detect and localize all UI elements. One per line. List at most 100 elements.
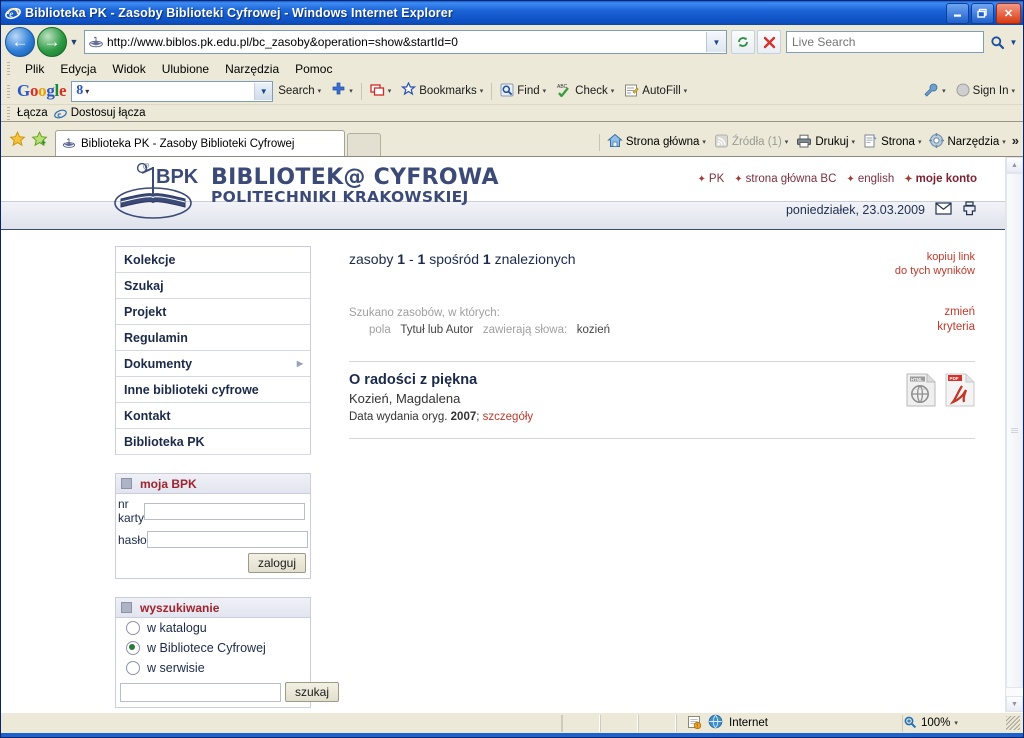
command-bar-grip[interactable] xyxy=(598,133,600,151)
add-to-favorites-icon[interactable] xyxy=(29,129,49,149)
sidebar-item-projekt[interactable]: Projekt xyxy=(116,299,310,325)
search-option-w-katalogu[interactable]: w katalogu xyxy=(116,618,310,638)
menu-item-plik[interactable]: Plik xyxy=(17,61,52,77)
result-title[interactable]: O radości z piękna xyxy=(349,371,533,390)
google-plus-button[interactable]: ▾ xyxy=(331,82,353,100)
print-button[interactable]: Drukuj ▾ xyxy=(796,134,855,151)
scrollbar-track[interactable] xyxy=(1006,173,1023,696)
chevron-down-icon[interactable]: ▾ xyxy=(388,87,392,95)
google-spellcheck-button[interactable]: ABC Check ▾ xyxy=(556,83,614,100)
sidebar-item-biblioteka-pk[interactable]: Biblioteka PK xyxy=(116,429,310,455)
google-prefix-caret-icon[interactable]: ▾ xyxy=(85,87,89,96)
result-details-link[interactable]: szczegóły xyxy=(483,411,534,423)
chevron-down-icon[interactable]: ▾ xyxy=(480,87,484,95)
chevron-down-icon[interactable]: ▾ xyxy=(349,87,353,95)
chevron-down-icon[interactable]: ▾ xyxy=(942,87,946,95)
scrollbar-thumb[interactable] xyxy=(1006,173,1023,688)
site-logo[interactable]: @ BPK xyxy=(1,157,211,229)
history-dropdown-icon[interactable]: ▼ xyxy=(67,37,81,47)
search-provider-dropdown-icon[interactable]: ▼ xyxy=(1008,31,1019,53)
feeds-button[interactable]: Źródła (1) ▾ xyxy=(714,134,788,151)
restore-button[interactable] xyxy=(971,2,994,24)
sidebar-item-kontakt[interactable]: Kontakt xyxy=(116,403,310,429)
radio-icon-selected[interactable] xyxy=(126,641,140,655)
change-criteria-link[interactable]: zmień kryteria xyxy=(937,305,975,340)
search-go-button[interactable] xyxy=(986,31,1008,53)
chevron-down-icon[interactable]: ▾ xyxy=(954,719,958,727)
sidebar-item-regulamin[interactable]: Regulamin xyxy=(116,325,310,351)
google-toolbar-grip[interactable] xyxy=(7,84,10,98)
top-link-pk[interactable]: ✦ PK xyxy=(698,173,725,185)
top-link-english[interactable]: ✦ english xyxy=(846,173,894,185)
stop-button[interactable] xyxy=(757,30,781,54)
radio-icon[interactable] xyxy=(126,621,140,635)
chevron-down-icon[interactable]: ▾ xyxy=(1002,138,1006,146)
chevron-down-icon[interactable]: ▾ xyxy=(918,138,922,146)
close-button[interactable]: ✕ xyxy=(996,2,1021,24)
google-signin-button[interactable]: Sign In ▾ xyxy=(956,83,1015,100)
security-zone[interactable]: ! Internet xyxy=(676,714,902,732)
search-input[interactable] xyxy=(120,682,281,702)
password-input[interactable] xyxy=(146,531,308,548)
search-option-w-serwisie[interactable]: w serwisie xyxy=(116,658,310,678)
radio-icon[interactable] xyxy=(126,661,140,675)
google-search-history-icon[interactable]: ▼ xyxy=(254,82,273,100)
scroll-down-button[interactable]: ▼ xyxy=(1006,696,1023,712)
menu-item-ulubione[interactable]: Ulubione xyxy=(154,61,217,77)
links-bar-grip[interactable] xyxy=(7,106,10,120)
address-dropdown-icon[interactable]: ▼ xyxy=(706,32,726,52)
google-find-button[interactable]: Find ▾ xyxy=(500,83,546,100)
tools-button[interactable]: Narzędzia ▾ xyxy=(929,133,1006,151)
copy-link[interactable]: kopiuj link do tych wyników xyxy=(895,251,975,279)
sidebar-item-kolekcje[interactable]: Kolekcje xyxy=(116,247,310,273)
resize-grip[interactable] xyxy=(1006,716,1020,730)
favorites-center-icon[interactable] xyxy=(7,129,27,149)
new-tab-button[interactable] xyxy=(347,133,381,156)
sidebar-item-szukaj[interactable]: Szukaj xyxy=(116,273,310,299)
sidebar-item-inne-biblioteki-cyfrowe[interactable]: Inne biblioteki cyfrowe xyxy=(116,377,310,403)
google-bookmarks-button[interactable]: Bookmarks ▾ xyxy=(401,81,484,100)
google-search-box[interactable]: 8 ▾ ▼ xyxy=(71,80,274,102)
refresh-button[interactable] xyxy=(731,30,755,54)
html-icon[interactable]: HTML xyxy=(906,373,936,410)
command-bar-overflow-icon[interactable]: » xyxy=(1012,133,1019,148)
live-search-input[interactable] xyxy=(787,34,983,50)
google-autofill-button[interactable]: AutoFill ▾ xyxy=(624,83,687,100)
menu-grip[interactable] xyxy=(7,62,10,75)
forward-button[interactable]: → xyxy=(37,27,67,57)
chevron-down-icon[interactable]: ▾ xyxy=(684,87,688,95)
page-scrollbar[interactable]: ▲ ▼ xyxy=(1005,157,1023,712)
google-sharing-button[interactable]: ▾ xyxy=(370,83,392,100)
top-link-moje-konto[interactable]: ✦ moje konto xyxy=(904,173,977,185)
live-search-box[interactable] xyxy=(786,31,984,53)
mail-icon[interactable] xyxy=(935,202,952,218)
browser-tab[interactable]: Biblioteka PK - Zasoby Biblioteki Cyfrow… xyxy=(55,130,345,156)
google-settings-button[interactable]: ▾ xyxy=(923,82,946,101)
panel-collapse-icon[interactable] xyxy=(121,602,132,613)
menu-item-widok[interactable]: Widok xyxy=(104,61,153,77)
top-link-strona-glowna-bc[interactable]: ✦ strona główna BC xyxy=(734,173,836,185)
home-button[interactable]: Strona główna ▾ xyxy=(607,133,706,151)
chevron-down-icon[interactable]: ▾ xyxy=(543,87,547,95)
chevron-down-icon[interactable]: ▾ xyxy=(611,87,615,95)
minimize-button[interactable] xyxy=(946,2,969,24)
page-button[interactable]: Strona ▾ xyxy=(863,134,921,151)
search-option-w-bibliotece-cyfrowej[interactable]: w Bibliotece Cyfrowej xyxy=(116,638,310,658)
chevron-down-icon[interactable]: ▾ xyxy=(318,87,322,95)
card-number-input[interactable] xyxy=(144,502,305,520)
chevron-down-icon[interactable]: ▾ xyxy=(702,138,706,146)
menu-item-narzedzia[interactable]: Narzędzia xyxy=(217,61,287,77)
back-button[interactable]: ← xyxy=(5,27,35,57)
sidebar-item-dokumenty[interactable]: Dokumenty ▶ xyxy=(116,351,310,377)
zoom-control[interactable]: 100% ▾ xyxy=(902,714,1023,732)
address-url[interactable]: http://www.biblos.pk.edu.pl/bc_zasoby&op… xyxy=(107,35,706,49)
address-bar[interactable]: http://www.biblos.pk.edu.pl/bc_zasoby&op… xyxy=(84,30,727,54)
scroll-up-button[interactable]: ▲ xyxy=(1006,157,1023,173)
panel-collapse-icon[interactable] xyxy=(121,478,132,489)
print-page-icon[interactable] xyxy=(962,201,977,219)
menu-item-edycja[interactable]: Edycja xyxy=(52,61,104,77)
customize-links-item[interactable]: Dostosuj łącza xyxy=(71,107,146,119)
google-search-button[interactable]: Search ▾ xyxy=(278,85,321,97)
login-button[interactable]: zaloguj xyxy=(247,553,306,573)
menu-item-pomoc[interactable]: Pomoc xyxy=(287,61,340,77)
